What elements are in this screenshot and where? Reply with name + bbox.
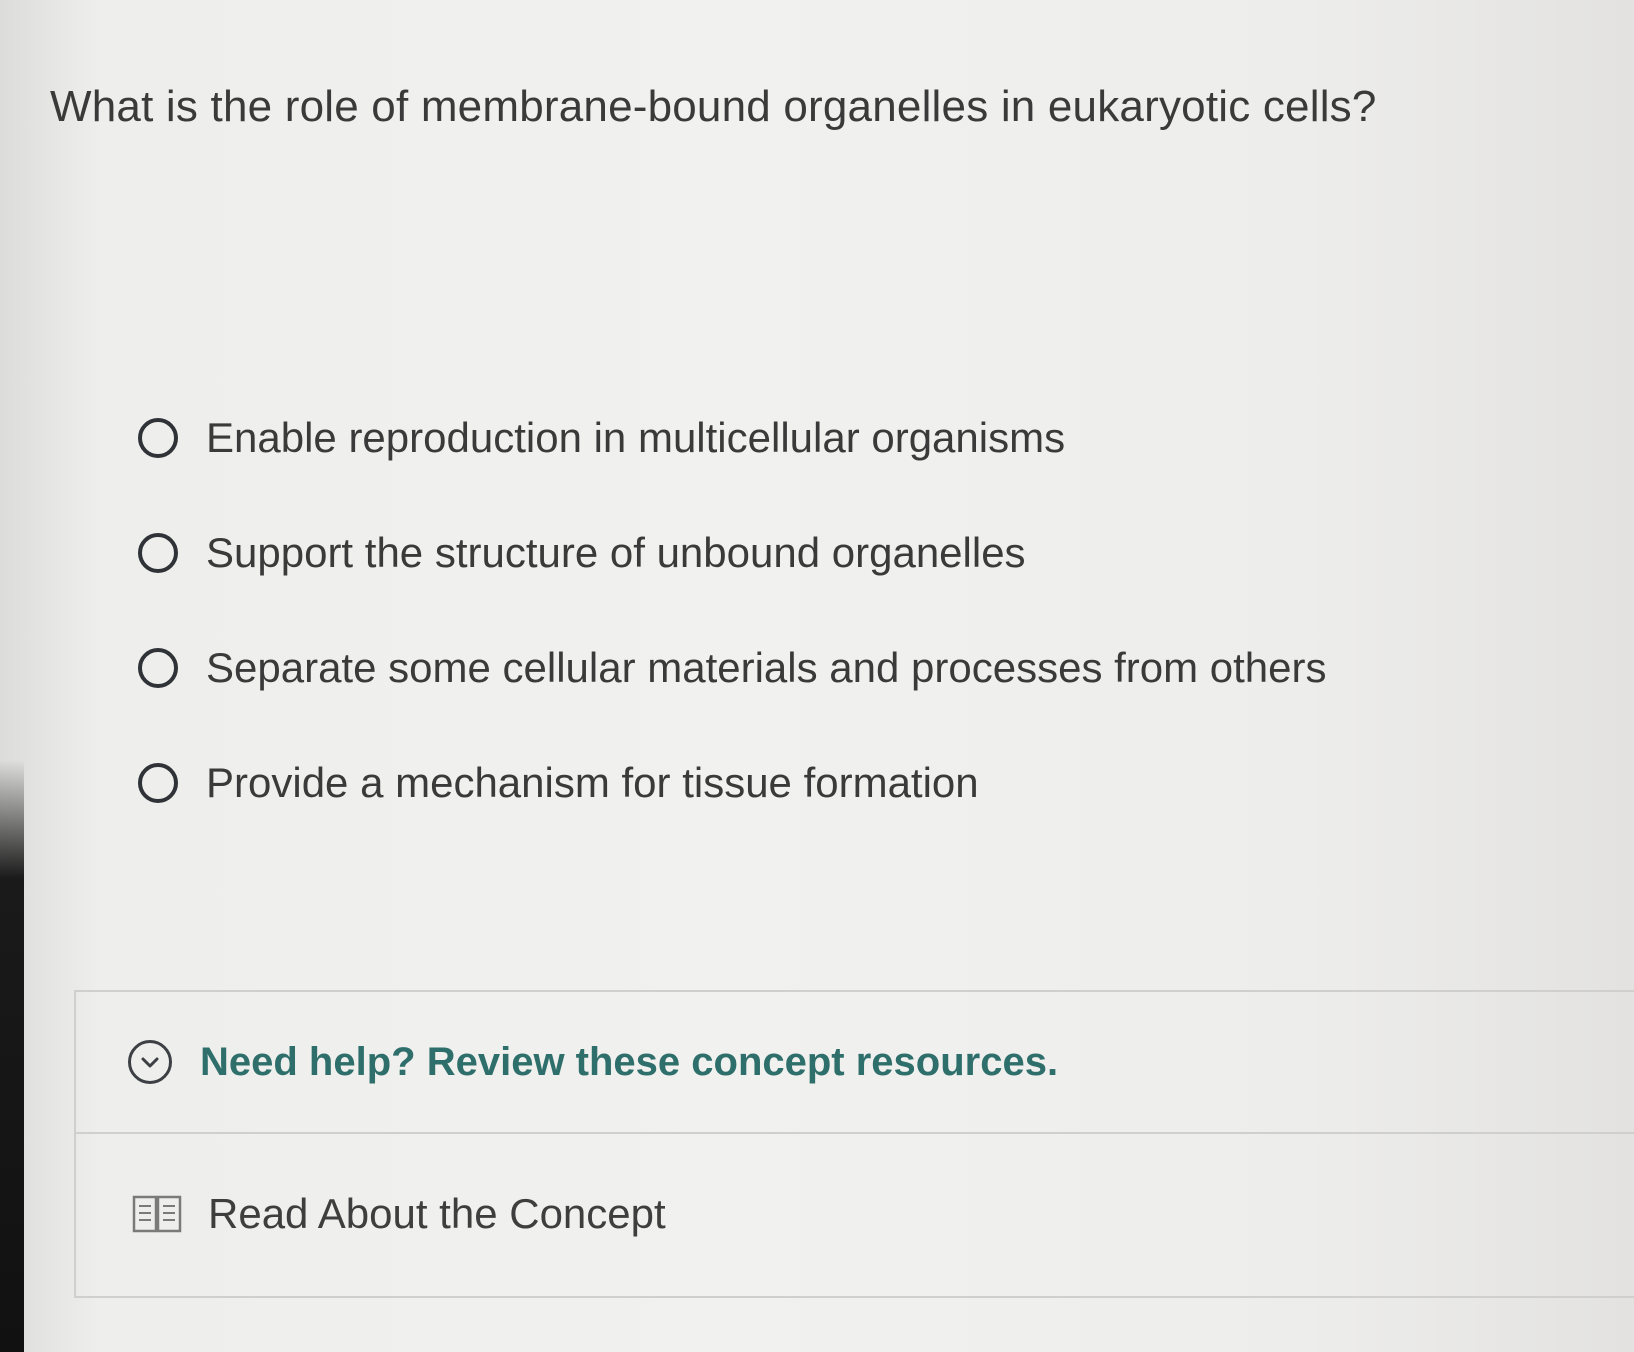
- question-text: What is the role of membrane-bound organ…: [50, 82, 1377, 131]
- answer-option-label: Enable reproduction in multicellular org…: [206, 413, 1066, 461]
- resource-label: Read About the Concept: [208, 1190, 666, 1237]
- help-title: Need help? Review these concept resource…: [200, 1039, 1059, 1084]
- help-toggle[interactable]: Need help? Review these concept resource…: [76, 992, 1634, 1134]
- resource-link-read-concept[interactable]: Read About the Concept: [76, 1134, 1634, 1294]
- radio-button[interactable]: [138, 417, 178, 458]
- answer-option-label: Support the structure of unbound organel…: [206, 528, 1026, 576]
- radio-button[interactable]: [138, 647, 178, 688]
- help-panel: Need help? Review these concept resource…: [74, 990, 1634, 1298]
- radio-button[interactable]: [138, 762, 178, 803]
- answer-option[interactable]: Separate some cellular materials and pro…: [138, 610, 1327, 725]
- radio-button[interactable]: [138, 532, 178, 573]
- answer-option-label: Separate some cellular materials and pro…: [206, 643, 1327, 691]
- book-icon: [132, 1194, 182, 1234]
- answer-option[interactable]: Enable reproduction in multicellular org…: [138, 380, 1327, 495]
- chevron-down-icon[interactable]: [128, 1040, 172, 1084]
- screen-bezel: [0, 760, 24, 1352]
- answer-option[interactable]: Provide a mechanism for tissue formation: [138, 725, 1327, 840]
- answer-option[interactable]: Support the structure of unbound organel…: [138, 495, 1327, 610]
- answer-options: Enable reproduction in multicellular org…: [138, 380, 1327, 840]
- answer-option-label: Provide a mechanism for tissue formation: [206, 758, 979, 806]
